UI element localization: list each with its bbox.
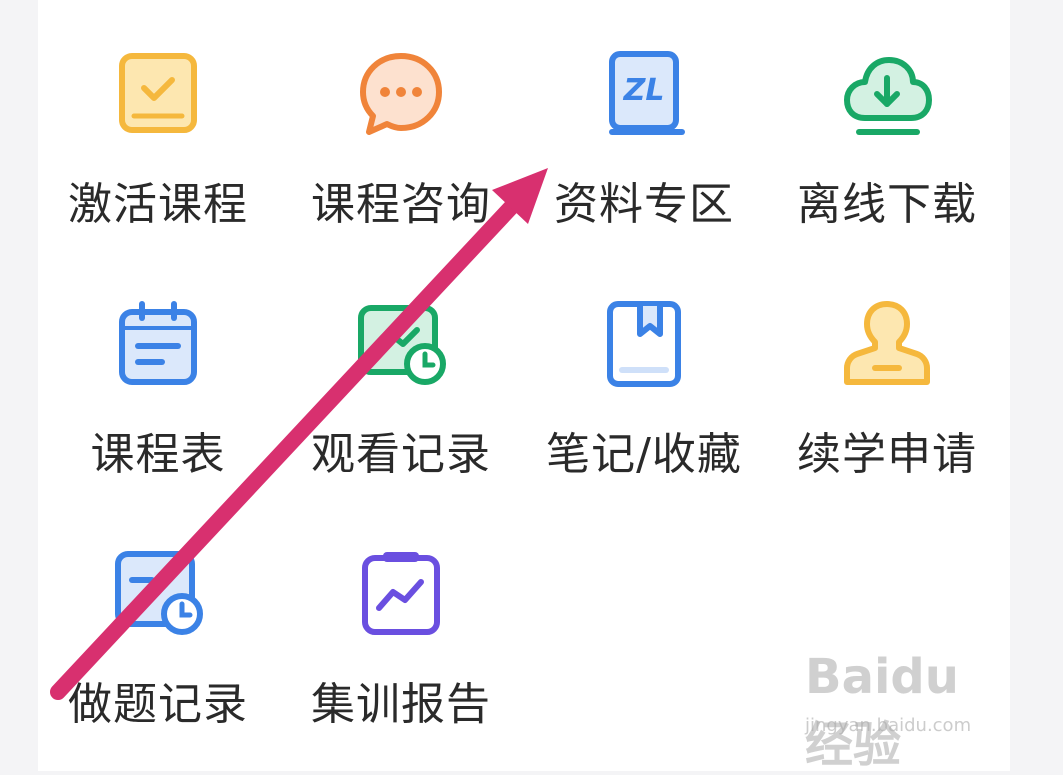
watch-history-icon	[355, 298, 447, 390]
menu-item-course-consult[interactable]: 课程咨询	[281, 0, 521, 230]
bookmark-icon	[598, 298, 690, 390]
menu-item-label: 资料专区	[554, 179, 734, 230]
book-icon: ZL	[598, 48, 690, 140]
user-stamp-icon	[841, 298, 933, 390]
menu-item-watch-history[interactable]: 观看记录	[281, 250, 521, 480]
watermark-brand: Baidu经验	[805, 649, 959, 773]
calendar-icon	[112, 298, 204, 390]
activate-course-icon	[112, 48, 204, 140]
baidu-watermark: Baidu经验 jingyan.baidu.com	[805, 649, 1005, 773]
menu-item-offline-download[interactable]: 离线下载	[767, 0, 1007, 230]
menu-item-activate-course[interactable]: 激活课程	[38, 0, 278, 230]
menu-item-training-report[interactable]: 集训报告	[281, 500, 521, 730]
menu-item-label: 离线下载	[797, 179, 977, 230]
menu-item-exercise-record[interactable]: 做题记录	[38, 500, 278, 730]
watermark-url: jingyan.baidu.com	[805, 715, 972, 736]
cloud-download-icon	[841, 48, 933, 140]
menu-item-label: 笔记/收藏	[546, 429, 742, 480]
menu-item-label: 续学申请	[797, 429, 977, 480]
report-chart-icon	[355, 548, 447, 640]
menu-item-label: 课程表	[90, 429, 226, 480]
menu-item-schedule[interactable]: 课程表	[38, 250, 278, 480]
svg-text:ZL: ZL	[623, 73, 665, 108]
exercise-record-icon	[112, 548, 204, 640]
chat-bubble-icon	[355, 48, 447, 140]
menu-item-notes-favorites[interactable]: 笔记/收藏	[524, 250, 764, 480]
menu-item-renewal-request[interactable]: 续学申请	[767, 250, 1007, 480]
menu-item-label: 课程咨询	[311, 179, 491, 230]
menu-item-label: 激活课程	[68, 179, 248, 230]
menu-item-label: 集训报告	[311, 679, 491, 730]
menu-item-label: 观看记录	[311, 429, 491, 480]
menu-item-materials[interactable]: ZL 资料专区	[524, 0, 764, 230]
menu-item-label: 做题记录	[68, 679, 248, 730]
